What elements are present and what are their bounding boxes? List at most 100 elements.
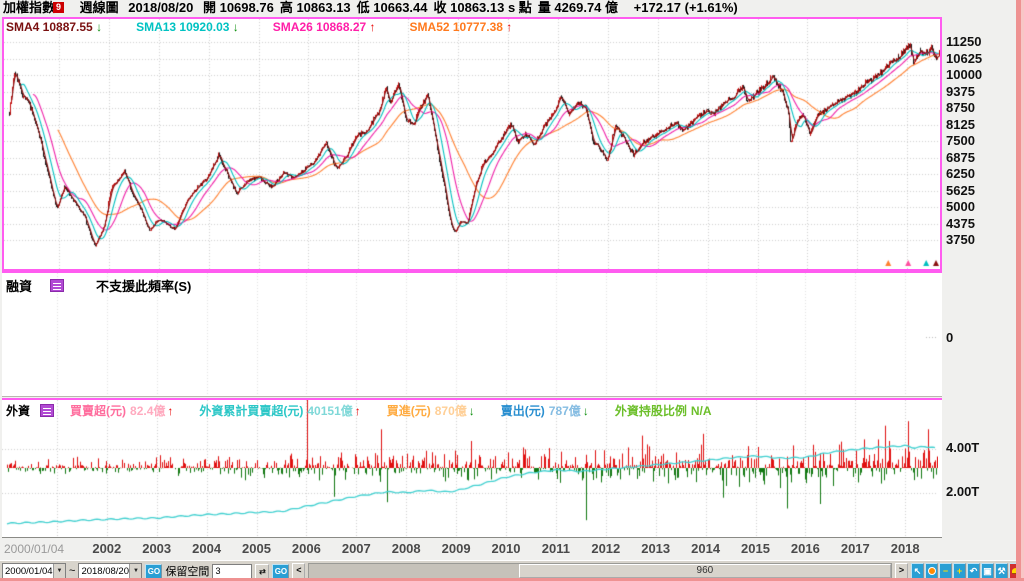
trend-arrow-icon: ↑ [506,20,513,34]
ohlc-field: 高 10863.13 [279,0,351,15]
foreign-panel-title: 外資 [6,404,31,418]
indicator-value: N/A [690,404,712,418]
sma-legend-item: SMA52 10777.38 ↑ [410,20,513,34]
trend-arrow-icon: ↑ [167,404,174,418]
zoom-in-icon[interactable]: + [953,563,966,579]
chevron-down-icon[interactable]: ▼ [129,564,142,578]
price-axis-label: 10625 [946,50,983,66]
trend-arrow-icon: ↑ [369,20,376,34]
price-axis-label: 8750 [946,100,975,115]
indicator-settings-icon[interactable] [50,279,65,292]
foreign-axis-label: 4.00T [946,440,980,455]
chevron-down-icon[interactable]: ▼ [53,564,65,578]
sma-legend-item: SMA4 10887.55 ↓ [6,20,102,34]
go-button[interactable]: GO [145,563,163,579]
indicator-label: 買賣超(元) [70,404,127,418]
trend-arrow-icon: ↓ [582,404,589,418]
margin-panel[interactable]: 融資 不支援此頻率(S) [2,271,942,397]
sma-value: SMA4 10887.55 [6,20,97,34]
date-from-value: 2000/01/04 [5,565,53,577]
sma-value: SMA13 10920.03 [136,20,233,34]
x-axis-start-date: 2000/01/04 [4,542,65,556]
indicator-value: 787億 [548,404,581,418]
x-axis-year-label: 2005 [242,541,271,556]
go-button-2[interactable]: GO [272,563,290,579]
unsupported-frequency-message: 不支援此頻率(S) [96,279,192,294]
indicator-label: 外資累計買賣超(元) [199,404,304,418]
quote-change: +172.17 (+1.61%) [633,0,738,15]
date-to-select[interactable]: 2018/08/20 ▼ [78,563,143,579]
price-axis-label: 8125 [946,116,975,132]
indicator-value: 40151億 [307,404,353,418]
date-to-value: 2018/08/20 [81,565,129,577]
cursor-icon[interactable]: ↖ [911,563,924,579]
margin-panel-title: 融資 [6,279,33,294]
price-axis-label: 10000 [946,67,983,82]
fullscreen-icon[interactable]: ▣ [981,563,994,579]
symbol-badge: 9 [53,2,65,13]
indicator-label: 買進(元) [386,404,431,418]
x-axis-year-label: 2008 [391,541,421,556]
zoom-out-icon[interactable]: − [939,563,952,579]
spinner-control[interactable]: ⇄ [255,563,270,579]
clock-icon[interactable] [925,563,938,579]
visible-bars-count: 960 [696,565,714,576]
price-axis-label: 5000 [946,199,975,214]
x-axis-year-label: 2007 [341,541,371,556]
trend-arrow-icon: ↓ [232,20,239,34]
undo-icon[interactable]: ↶ [967,563,980,579]
range-tilde: ~ [69,565,76,577]
x-axis-year-label: 2009 [441,541,471,556]
period-label: 週線圖 [79,0,119,15]
indicator-value: 82.4億 [130,404,166,418]
x-axis-year-label: 2016 [790,541,820,556]
x-axis-year-label: 2003 [142,541,172,556]
reserve-space-input[interactable] [212,563,253,579]
x-axis-year-label: 2011 [541,541,570,556]
clock-icon [927,567,936,575]
price-axis-label: 6250 [946,166,975,181]
ohlc-fields: 開 10698.76 高 10863.13 低 10663.44 收 10863.13… [203,0,624,15]
stock-chart-app: 加權指數9 週線圖 2018/08/20 開 10698.76 高 10863.1… [0,0,1024,581]
x-axis-year-label: 2004 [192,541,222,556]
x-axis-year-label: 2017 [840,541,870,556]
margin-axis-label: 0 [946,330,954,345]
x-axis-year-label: 2012 [591,541,621,556]
indicator-legend-item: 賣出(元) 787億 ↓ [501,402,589,419]
main-price-chart[interactable]: SMA4 10887.55 ↓ SMA13 10920.03 ↓ SMA26 108… [2,17,942,271]
price-axis-label: 4375 [946,215,975,231]
price-axis-label: 5625 [946,182,975,198]
x-axis-year-label: 2013 [641,541,671,556]
tool-icons: ↖ − + ↶ ▣ ⚒ [911,563,1022,579]
price-axis-label: 9375 [946,83,975,99]
foreign-legend: 外資 買賣超(元) 82.4億 ↑ 外資累計買賣超(元) 40151億 ↑ 買進(元) 870… [6,402,738,419]
symbol-name: 加權指數 [3,0,56,15]
x-axis-year-label: 2014 [691,541,721,556]
ohlc-field: 開 10698.76 [202,0,274,15]
price-axis-label: 3750 [946,232,975,247]
trend-arrow-icon: ↓ [468,404,475,418]
quote-header: 加權指數9 週線圖 2018/08/20 開 10698.76 高 10863.1… [0,0,1024,17]
sma-value: SMA52 10777.38 [409,20,507,34]
ohlc-field: 收 10863.13 s 點 [433,0,532,15]
candlestick-canvas[interactable] [4,19,940,269]
price-axis-label: 7500 [946,133,975,148]
indicator-label: 外資持股比例 [614,404,687,418]
foreign-investors-panel[interactable]: 外資 買賣超(元) 82.4億 ↑ 外資累計買賣超(元) 40151億 ↑ 買進(元) 870… [2,398,942,538]
indicator-settings-icon[interactable] [40,404,55,417]
sma-value: SMA26 10868.27 [272,20,370,34]
x-axis-year-label: 2018 [890,541,920,556]
indicator-legend-item: 外資累計買賣超(元) 40151億 ↑ [199,402,360,419]
scroll-right-button[interactable]: > [895,563,908,579]
price-axis-label: 6875 [946,149,975,165]
horizontal-scrollbar[interactable]: 960 [308,563,892,579]
x-axis-year-label: 2006 [291,541,321,556]
indicator-legend-item: 外資持股比例 N/A [615,402,712,419]
x-axis-year-label: 2010 [491,541,521,556]
price-axis-label: 11250 [946,34,982,49]
indicator-value: 870億 [434,404,467,418]
date-from-select[interactable]: 2000/01/04 ▼ [2,563,66,579]
scroll-left-button[interactable]: < [292,563,306,579]
sma-legend: SMA4 10887.55 ↓ SMA13 10920.03 ↓ SMA26 108… [6,20,546,34]
tools-icon[interactable]: ⚒ [995,563,1008,579]
